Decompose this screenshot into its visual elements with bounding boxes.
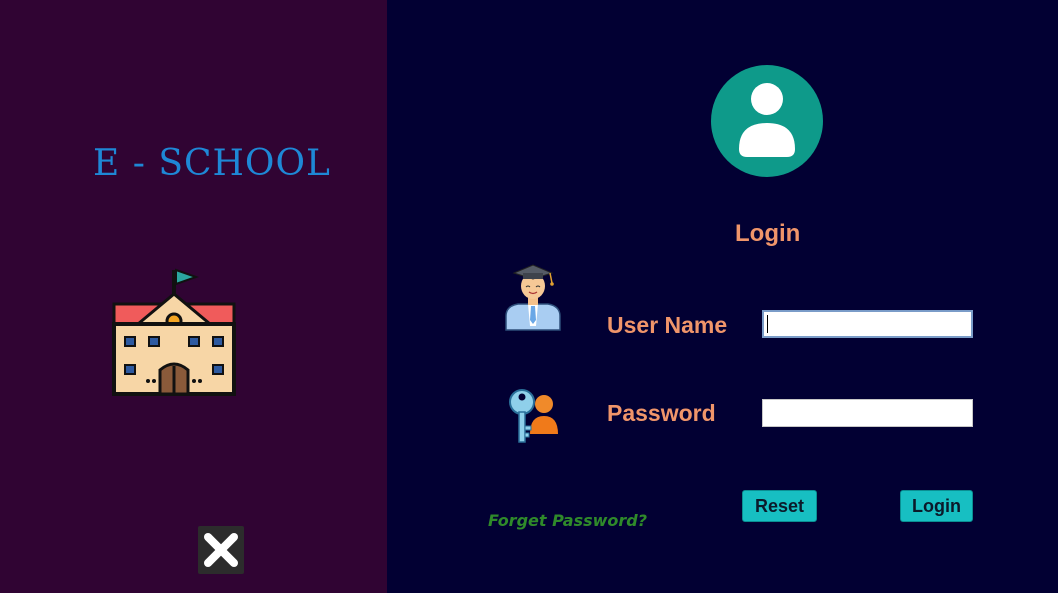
graduate-student-icon: [505, 264, 561, 331]
left-panel: E - SCHOOL: [0, 0, 387, 593]
password-label: Password: [607, 400, 716, 426]
login-heading: Login: [735, 220, 801, 247]
password-input[interactable]: [762, 399, 973, 427]
login-button[interactable]: Login: [900, 490, 973, 522]
forgot-password-link[interactable]: Forget Password?: [488, 511, 647, 530]
close-icon: [204, 533, 238, 567]
school-building-icon: [112, 268, 236, 396]
user-avatar-icon: [711, 65, 823, 177]
reset-button[interactable]: Reset: [742, 490, 817, 522]
close-button[interactable]: [198, 526, 244, 574]
brand-title: E - SCHOOL: [93, 143, 331, 184]
key-user-icon: [509, 389, 558, 443]
username-input[interactable]: [762, 310, 973, 338]
username-label: User Name: [607, 312, 728, 338]
text-cursor: [767, 315, 768, 333]
